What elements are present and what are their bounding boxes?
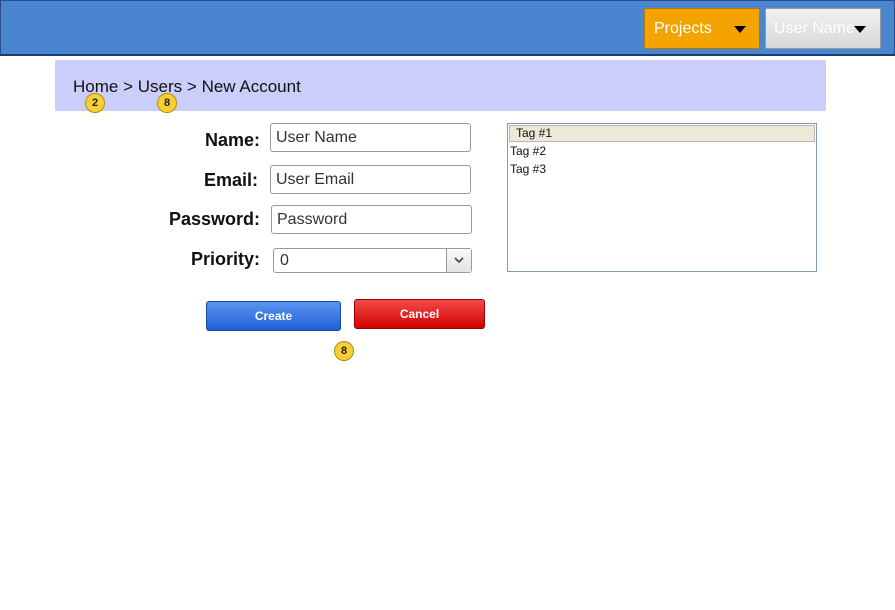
priority-label: Priority:	[190, 249, 260, 269]
email-field[interactable]: User Email	[270, 165, 471, 194]
tag-list-item[interactable]: Tag #2	[508, 142, 816, 160]
chevron-down-icon	[734, 26, 746, 33]
breadcrumb-separator: >	[186, 77, 197, 96]
name-field[interactable]: User Name	[270, 123, 471, 152]
priority-select[interactable]: 0	[273, 248, 472, 273]
annotation-badge-users: 8	[157, 93, 177, 113]
user-menu-button[interactable]: User Name	[765, 8, 881, 49]
breadcrumb-separator: >	[123, 77, 134, 96]
chevron-down-icon	[454, 257, 464, 264]
top-header-bar: Projects User Name	[0, 0, 895, 56]
password-field[interactable]: Password	[271, 205, 472, 234]
create-button[interactable]: Create	[206, 301, 341, 331]
annotation-badge-actions: 8	[334, 341, 354, 361]
tag-list[interactable]: Tag #1 Tag #2 Tag #3	[507, 123, 817, 272]
breadcrumb-users-link[interactable]: Users	[138, 77, 182, 96]
priority-value: 0	[280, 252, 289, 269]
password-label: Password:	[168, 209, 260, 229]
projects-label: Projects	[654, 20, 712, 37]
chevron-down-icon	[854, 26, 866, 33]
cancel-button[interactable]: Cancel	[354, 299, 485, 329]
name-label: Name:	[204, 130, 260, 150]
tag-list-item[interactable]: Tag #1	[509, 125, 815, 142]
breadcrumb-current: New Account	[201, 77, 301, 96]
breadcrumb: Home > Users > New Account	[73, 77, 301, 97]
email-label: Email:	[203, 170, 258, 190]
priority-dropdown-button[interactable]	[446, 249, 471, 272]
projects-dropdown-button[interactable]: Projects	[644, 8, 760, 49]
annotation-badge-home: 2	[85, 93, 105, 113]
user-name-label: User Name	[774, 20, 855, 37]
tag-list-item[interactable]: Tag #3	[508, 160, 816, 178]
